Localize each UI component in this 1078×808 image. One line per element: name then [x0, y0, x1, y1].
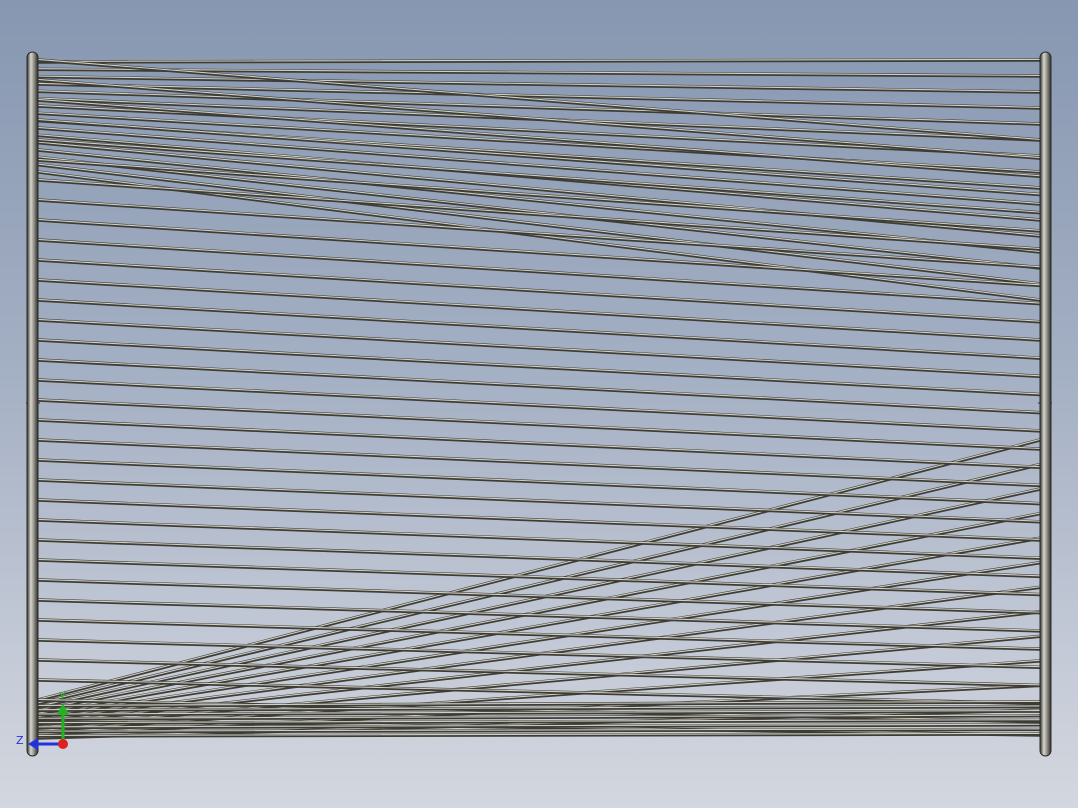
- rod-family-a: [36, 458, 1042, 506]
- rod-family-d: [36, 727, 1042, 734]
- rod-family-d: [36, 723, 1042, 730]
- rod-family-a: [36, 198, 1042, 269]
- rod-family-b: [36, 58, 1042, 64]
- right-post[interactable]: [1039, 51, 1052, 757]
- rod-family-a: [36, 158, 1042, 233]
- model-graphics[interactable]: [0, 0, 1078, 808]
- rod-family-b: [36, 111, 1042, 174]
- rod-family-a: [36, 238, 1042, 306]
- rod-family-a: [36, 518, 1042, 560]
- rods-front-group: [36, 58, 1042, 738]
- left-post[interactable]: [26, 51, 39, 757]
- rod-family-b: [36, 74, 1042, 94]
- rod-family-a: [36, 438, 1042, 488]
- rod-family-a: [36, 498, 1042, 542]
- cad-viewport[interactable]: Y Z: [0, 0, 1078, 808]
